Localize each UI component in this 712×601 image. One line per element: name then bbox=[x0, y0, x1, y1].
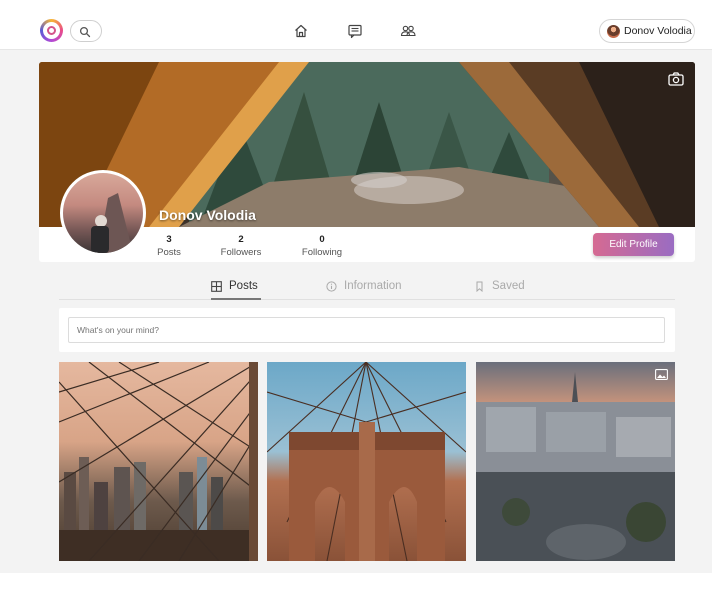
post-composer bbox=[59, 308, 675, 352]
edit-profile-button[interactable]: Edit Profile bbox=[593, 233, 674, 256]
stat-value: 3 bbox=[166, 234, 172, 245]
tab-saved[interactable]: Saved bbox=[474, 278, 526, 300]
tab-information[interactable]: Information bbox=[326, 278, 408, 300]
photo-image bbox=[267, 362, 466, 561]
post-photo-paris-city[interactable] bbox=[476, 362, 675, 561]
avatar bbox=[607, 25, 620, 38]
profile-tabs: Posts Information Saved bbox=[59, 278, 675, 300]
stat-value: 2 bbox=[238, 234, 244, 245]
stat-value: 0 bbox=[319, 234, 325, 245]
profile-name: Donov Volodia bbox=[159, 207, 256, 223]
tab-posts[interactable]: Posts bbox=[211, 278, 261, 300]
post-input[interactable] bbox=[68, 317, 665, 343]
stat-following[interactable]: 0 Following bbox=[297, 234, 347, 259]
profile-card: Donov Volodia 3 Posts 2 Followers 0 Foll… bbox=[39, 62, 695, 262]
profile-chip[interactable]: Donov Volodia bbox=[599, 19, 695, 43]
search-button[interactable] bbox=[70, 20, 102, 42]
profile-chip-name: Donov Volodia bbox=[624, 25, 692, 37]
search-icon bbox=[79, 26, 91, 38]
stat-label: Posts bbox=[157, 247, 181, 258]
bookmark-icon bbox=[476, 281, 483, 292]
camera-icon[interactable] bbox=[668, 72, 684, 86]
tab-label: Information bbox=[344, 280, 402, 292]
tab-label: Saved bbox=[492, 280, 525, 292]
info-icon bbox=[326, 281, 337, 292]
friends-icon[interactable] bbox=[400, 23, 416, 39]
stat-followers[interactable]: 2 Followers bbox=[217, 234, 265, 259]
profile-avatar[interactable] bbox=[60, 170, 146, 256]
post-photo-bridge-skyline[interactable] bbox=[59, 362, 258, 561]
grid-icon bbox=[211, 281, 222, 292]
stat-posts[interactable]: 3 Posts bbox=[151, 234, 187, 259]
top-navbar: Donov Volodia bbox=[0, 0, 712, 50]
stat-label: Followers bbox=[220, 247, 262, 258]
photo-image bbox=[59, 362, 258, 561]
gallery-icon bbox=[655, 369, 668, 380]
logo-icon[interactable] bbox=[40, 19, 63, 42]
stat-label: Following bbox=[301, 247, 343, 258]
home-icon[interactable] bbox=[293, 23, 309, 39]
photo-image bbox=[476, 372, 675, 561]
feed-icon[interactable] bbox=[347, 23, 363, 39]
footer bbox=[0, 573, 712, 601]
post-photo-bridge-arches[interactable] bbox=[267, 362, 466, 561]
tab-label: Posts bbox=[229, 280, 258, 292]
avatar-image bbox=[91, 193, 133, 253]
